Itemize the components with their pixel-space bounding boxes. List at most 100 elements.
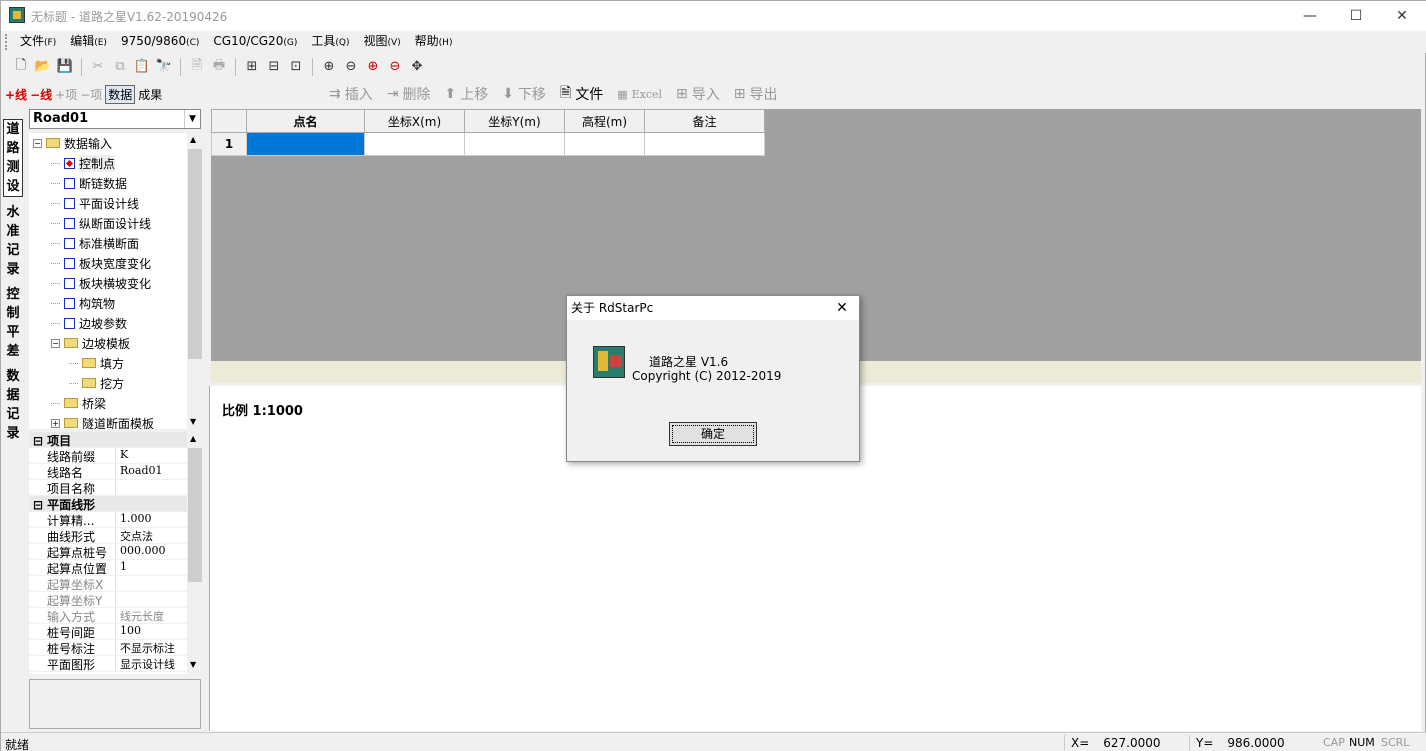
column-header[interactable]: 坐标X(m) <box>364 109 465 133</box>
property-category[interactable]: ⊟ 平面线形 <box>29 496 187 512</box>
menu-tools[interactable]: 工具(Q) <box>304 30 356 54</box>
copy-icon[interactable]: ⧉ <box>110 57 130 77</box>
result-tab-button[interactable]: 成果 <box>138 86 162 103</box>
find-icon[interactable]: 🔭 <box>154 57 174 77</box>
tree-item[interactable]: 构筑物 <box>51 293 115 313</box>
checkbox-icon[interactable] <box>64 297 75 309</box>
property-value[interactable] <box>115 480 187 495</box>
property-value[interactable] <box>115 592 187 607</box>
tree-item[interactable]: 桥梁 <box>51 393 106 413</box>
collapse-icon[interactable]: ⊟ <box>33 434 43 447</box>
scroll-down-icon[interactable]: ▼ <box>190 417 196 426</box>
property-value[interactable]: 交点法 <box>115 528 187 543</box>
menu-help[interactable]: 帮助(H) <box>408 30 460 54</box>
menu-file[interactable]: 文件(F) <box>13 30 63 54</box>
road-select[interactable]: Road01 ▼ <box>29 109 201 129</box>
delete-button[interactable]: ⇥ 删除 <box>387 84 431 104</box>
move-down-button[interactable]: ⬇ 下移 <box>502 84 546 104</box>
property-row[interactable]: 起算点位置 1 <box>29 560 187 576</box>
property-value[interactable]: Road01 <box>115 464 187 479</box>
open-folder-icon[interactable]: 📂 <box>33 57 53 77</box>
menu-view[interactable]: 视图(V) <box>356 30 407 54</box>
property-row[interactable]: 线路前缀 K <box>29 448 187 464</box>
maximize-button[interactable]: ☐ <box>1333 1 1379 31</box>
tab-level-record[interactable]: 水准记录 <box>3 203 23 279</box>
expand-icon[interactable]: + <box>51 418 60 428</box>
layout-icon[interactable]: ⊞ <box>242 57 262 77</box>
property-value[interactable]: K <box>115 448 187 463</box>
grid-cell[interactable] <box>644 132 765 156</box>
grid-cell[interactable] <box>564 132 645 156</box>
tree-item[interactable]: 控制点 <box>51 153 116 173</box>
tab-control-adjust[interactable]: 控制平差 <box>3 285 23 361</box>
collapse-icon[interactable]: − <box>33 138 42 148</box>
excel-button[interactable]: ▦ Excel <box>617 88 662 101</box>
property-row[interactable]: 曲线形式 交点法 <box>29 528 187 544</box>
tree-scrollbar[interactable]: ▲ ▼ <box>187 133 203 431</box>
checkbox-icon[interactable] <box>64 277 75 289</box>
property-value[interactable] <box>115 576 187 591</box>
property-row[interactable]: 线路名 Road01 <box>29 464 187 480</box>
remove-item-button[interactable]: −项 <box>80 86 102 103</box>
zoom-out-icon[interactable]: ⊖ <box>341 57 361 77</box>
property-row[interactable]: 输入方式 线元长度 <box>29 608 187 624</box>
scroll-thumb[interactable] <box>188 149 202 359</box>
tree-item[interactable]: 挖方 <box>69 373 124 393</box>
print-icon[interactable]: 🖶 <box>209 57 229 77</box>
export-button[interactable]: ⊞ 导出 <box>734 84 778 104</box>
collapse-icon[interactable]: ⊟ <box>33 498 43 511</box>
checkbox-icon[interactable] <box>64 217 75 229</box>
column-header[interactable]: 备注 <box>644 109 765 133</box>
tree-item[interactable]: + 隧道断面模板 <box>51 413 154 429</box>
zoom-all-icon[interactable]: ⊖ <box>385 57 405 77</box>
grid-cell[interactable] <box>464 132 565 156</box>
checkbox-icon[interactable] <box>64 317 75 329</box>
zoom-window-icon[interactable]: ⊕ <box>363 57 383 77</box>
checkbox-icon[interactable] <box>64 177 75 189</box>
paste-icon[interactable]: 📋 <box>132 57 152 77</box>
property-value[interactable]: 100 <box>115 624 187 639</box>
file-button[interactable]: 🗎 文件 <box>560 82 603 106</box>
property-row[interactable]: 桩号间距 100 <box>29 624 187 640</box>
scroll-up-icon[interactable]: ▲ <box>190 434 196 443</box>
tree-item[interactable]: 平面设计线 <box>51 193 139 213</box>
property-row[interactable]: 起算坐标X <box>29 576 187 592</box>
property-row[interactable]: 起算点桩号 000.000 <box>29 544 187 560</box>
checkbox-icon[interactable] <box>64 237 75 249</box>
tree-item[interactable]: 纵断面设计线 <box>51 213 151 233</box>
property-category[interactable]: ⊟ 项目 <box>29 432 187 448</box>
property-value[interactable]: 显示设计线 <box>115 656 187 671</box>
tree-item[interactable]: − 数据输入 <box>33 133 112 153</box>
property-row[interactable]: 平面图形 显示设计线 <box>29 656 187 672</box>
checkbox-icon[interactable] <box>64 197 75 209</box>
tree-item[interactable]: 板块宽度变化 <box>51 253 151 273</box>
minimize-button[interactable]: — <box>1287 1 1333 31</box>
property-value[interactable]: 1.000 <box>115 512 187 527</box>
property-scrollbar[interactable]: ▲ ▼ <box>187 432 203 674</box>
data-tab-button[interactable]: 数据 <box>105 84 136 104</box>
scroll-thumb[interactable] <box>188 448 202 582</box>
property-value[interactable]: 不显示标注 <box>115 640 187 655</box>
dialog-close-button[interactable]: ✕ <box>831 297 853 319</box>
tree-item[interactable]: 板块横坡变化 <box>51 273 151 293</box>
property-row[interactable]: 起算坐标Y <box>29 592 187 608</box>
close-button[interactable]: ✕ <box>1379 1 1425 31</box>
tab-road-survey[interactable]: 道路测设 <box>3 119 23 197</box>
move-up-button[interactable]: ⬆ 上移 <box>444 84 488 104</box>
new-file-icon[interactable]: 🗋 <box>11 57 31 77</box>
tree-item[interactable]: 断链数据 <box>51 173 127 193</box>
property-value[interactable]: 1 <box>115 560 187 575</box>
save-icon[interactable]: 💾 <box>55 57 75 77</box>
zoom-in-icon[interactable]: ⊕ <box>319 57 339 77</box>
add-item-button[interactable]: +项 <box>55 86 77 103</box>
property-value[interactable]: 线元长度 <box>115 608 187 623</box>
pan-icon[interactable]: ✥ <box>407 57 427 77</box>
print-preview-icon[interactable]: 🗎 <box>187 57 207 77</box>
scroll-down-icon[interactable]: ▼ <box>190 660 196 669</box>
add-line-button[interactable]: +线 <box>5 86 27 103</box>
window-top-icon[interactable]: ⊡ <box>286 57 306 77</box>
import-button[interactable]: ⊞ 导入 <box>676 84 720 104</box>
row-number[interactable]: 1 <box>211 132 247 156</box>
column-header[interactable]: 坐标Y(m) <box>464 109 565 133</box>
tree-item[interactable]: − 边坡模板 <box>51 333 130 353</box>
